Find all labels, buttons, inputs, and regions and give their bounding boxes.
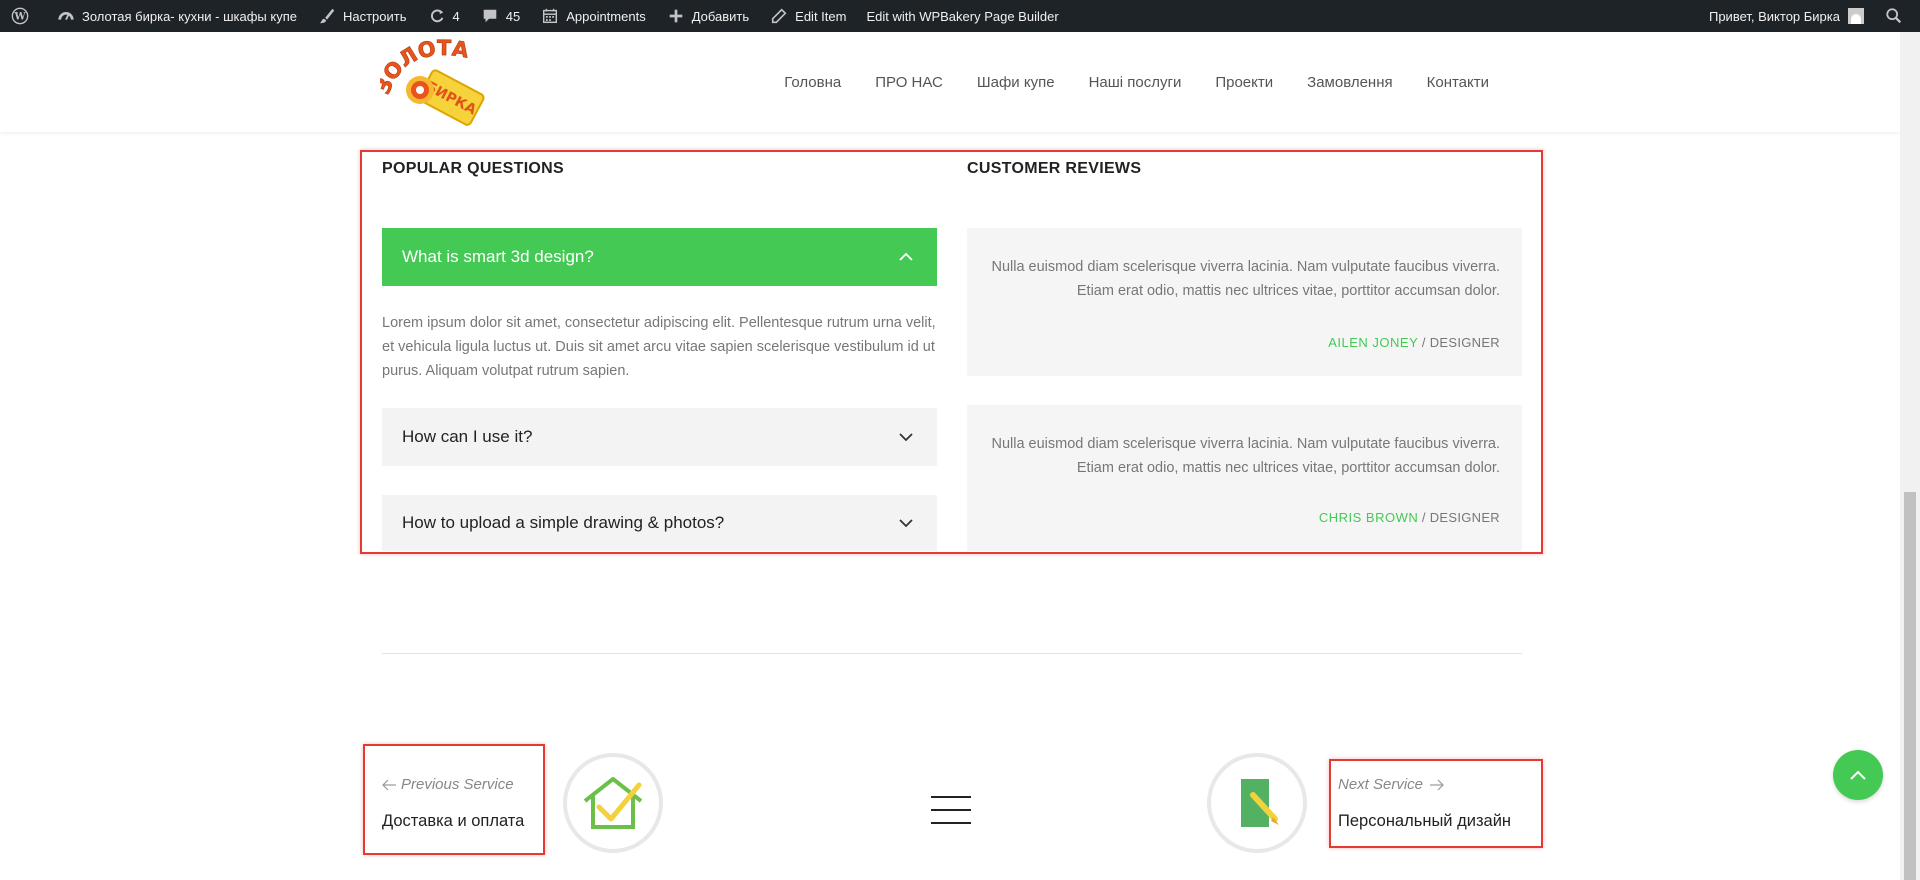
faq-section-title: POPULAR QUESTIONS (382, 160, 565, 177)
review-author: AILEN JONEY / DESIGNER (1328, 335, 1500, 350)
nav-item-contacts[interactable]: Контакти (1410, 74, 1506, 91)
nav-item-wardrobes[interactable]: Шафи купе (960, 74, 1072, 91)
calendar-icon (540, 6, 560, 26)
updates-link[interactable]: 4 (417, 0, 470, 32)
review-text: Nulla euismod diam scelerisque viverra l… (991, 259, 1500, 299)
next-service-label: Next Service (1338, 776, 1424, 793)
customize-link[interactable]: Настроить (307, 0, 417, 32)
review-author-role: / DESIGNER (1421, 510, 1500, 525)
greeting-text: Привет, Виктор Бирка (1708, 8, 1840, 24)
nav-item-home[interactable]: Головна (767, 74, 858, 91)
review-author-role: / DESIGNER (1421, 335, 1500, 350)
account-menu[interactable]: Привет, Виктор Бирка (1699, 0, 1874, 32)
highlight-frame (363, 744, 545, 855)
nav-item-about[interactable]: ПРО НАС (858, 74, 960, 91)
search-icon (1884, 6, 1904, 26)
page-scrollbar[interactable] (1900, 32, 1920, 880)
comments-link[interactable]: 45 (470, 0, 530, 32)
section-divider (382, 653, 1522, 654)
review-author-name[interactable]: CHRIS BROWN (1319, 510, 1418, 525)
appointments-link[interactable]: Appointments (530, 0, 656, 32)
admin-bar: W Золотая бирка- кухни - шкафы купе Наст… (0, 0, 1920, 32)
site-name: Золотая бирка- кухни - шкафы купе (82, 8, 297, 24)
faq-question: What is smart 3d design? (402, 247, 594, 266)
highlight-frame (1329, 759, 1543, 848)
site-logo[interactable]: БИРКА ЗОЛОТАЯ (370, 17, 500, 132)
arrow-right-icon (1430, 779, 1444, 791)
review-text: Nulla euismod diam scelerisque viverra l… (991, 436, 1500, 476)
faq-question: How can I use it? (402, 427, 533, 446)
ruler-pencil-icon (1241, 779, 1279, 827)
faq-item-upload-drawing[interactable]: How to upload a simple drawing & photos? (382, 495, 937, 551)
pencil-icon (769, 6, 789, 26)
chevron-up-icon (899, 252, 913, 261)
review-card: Nulla euismod diam scelerisque viverra l… (967, 228, 1522, 376)
comments-count: 45 (505, 8, 521, 24)
previous-service-thumbnail[interactable] (563, 753, 663, 853)
faq-item-how-to-use[interactable]: How can I use it? (382, 408, 937, 466)
previous-service-label: Previous Service (401, 776, 514, 793)
back-to-top-button[interactable] (1833, 750, 1883, 800)
add-new-label: Добавить (691, 8, 750, 24)
nav-item-projects[interactable]: Проекти (1198, 74, 1290, 91)
chevron-down-icon (899, 433, 913, 442)
next-service-thumbnail[interactable] (1207, 753, 1307, 853)
wordpress-menu[interactable]: W (0, 0, 46, 32)
house-check-icon (583, 777, 643, 829)
edit-builder-label: Edit with WPBakery Page Builder (866, 8, 1059, 24)
chevron-down-icon (899, 519, 913, 528)
faq-answer: Lorem ipsum dolor sit amet, consectetur … (382, 315, 936, 379)
comments-icon (480, 6, 500, 26)
admin-search[interactable] (1874, 0, 1920, 32)
reviews-section-title: CUSTOMER REVIEWS (967, 160, 1142, 177)
review-author-name[interactable]: AILEN JONEY (1328, 335, 1418, 350)
edit-builder-link[interactable]: Edit with WPBakery Page Builder (856, 0, 1068, 32)
nav-item-services[interactable]: Наші послуги (1072, 74, 1199, 91)
arrow-left-icon (382, 779, 396, 791)
updates-count: 4 (452, 8, 460, 24)
appointments-label: Appointments (566, 8, 646, 24)
review-card: Nulla euismod diam scelerisque viverra l… (967, 405, 1522, 551)
updates-icon (427, 6, 447, 26)
add-new-menu[interactable]: Добавить (656, 0, 759, 32)
wordpress-icon: W (10, 6, 30, 26)
nav-item-orders[interactable]: Замовлення (1290, 74, 1409, 91)
faq-question: How to upload a simple drawing & photos? (402, 513, 725, 532)
review-author: CHRIS BROWN / DESIGNER (1319, 510, 1500, 525)
avatar (1848, 8, 1864, 24)
main-navigation: Головна ПРО НАС Шафи купе Наші послуги П… (767, 32, 1506, 132)
scrollbar-thumb[interactable] (1904, 492, 1916, 880)
edit-item-link[interactable]: Edit Item (759, 0, 856, 32)
site-name-menu[interactable]: Золотая бирка- кухни - шкафы купе (46, 0, 307, 32)
site-header: БИРКА ЗОЛОТАЯ Головна ПРО НАС Шафи купе … (0, 17, 1900, 132)
hamburger-menu-icon[interactable] (931, 795, 971, 825)
chevron-up-icon (1850, 770, 1866, 780)
customize-label: Настроить (342, 8, 407, 24)
plus-icon (666, 6, 686, 26)
brush-icon (317, 6, 337, 26)
faq-item-smart-3d-design[interactable]: What is smart 3d design? (382, 228, 937, 286)
edit-item-label: Edit Item (795, 8, 847, 24)
previous-service-title: Доставка и оплата (382, 812, 525, 830)
svg-text:W: W (13, 12, 26, 23)
dashboard-icon (56, 6, 76, 26)
next-service-title: Персональный дизайн (1338, 812, 1512, 830)
